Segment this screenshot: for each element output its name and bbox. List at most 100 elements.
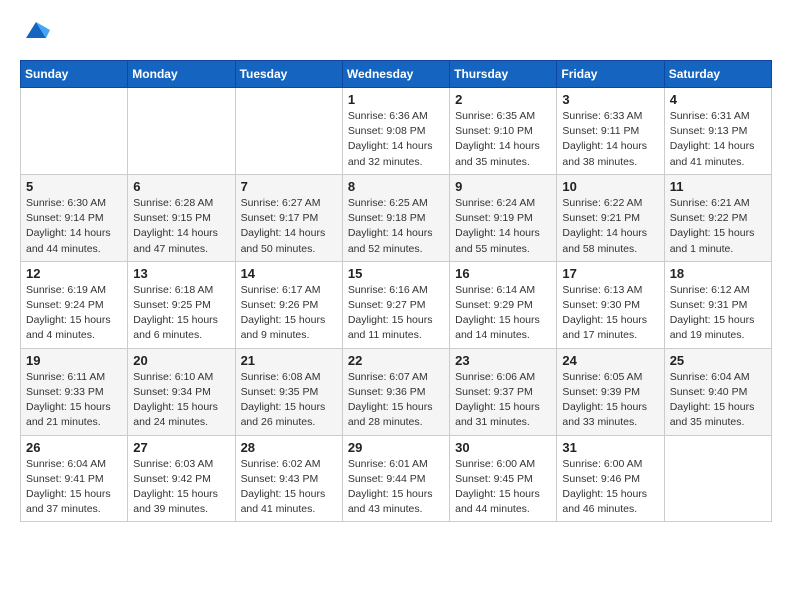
column-header-friday: Friday bbox=[557, 61, 664, 88]
column-header-thursday: Thursday bbox=[450, 61, 557, 88]
day-number: 25 bbox=[670, 353, 766, 368]
calendar-cell: 9Sunrise: 6:24 AM Sunset: 9:19 PM Daylig… bbox=[450, 174, 557, 261]
calendar-cell: 18 Sunrise: 6:12 AM Sunset: 9:31 PM Dayli… bbox=[664, 261, 771, 348]
day-info: Sunrise: 6:36 AM Sunset: 9:08 PM Dayligh… bbox=[348, 109, 444, 170]
day-number: 16 bbox=[455, 266, 551, 281]
day-number: 2 bbox=[455, 92, 551, 107]
calendar-cell: 30 Sunrise: 6:00 AM Sunset: 9:45 PM Dayli… bbox=[450, 435, 557, 522]
calendar-cell: 15 Sunrise: 6:16 AM Sunset: 9:27 PM Dayli… bbox=[342, 261, 449, 348]
day-info: Sunrise: 6:03 AM Sunset: 9:42 PM Dayligh… bbox=[133, 457, 229, 518]
day-info: Sunrise: 6:04 AM Sunset: 9:40 PM Dayligh… bbox=[670, 370, 766, 431]
calendar-cell: 17 Sunrise: 6:13 AM Sunset: 9:30 PM Dayli… bbox=[557, 261, 664, 348]
calendar-cell: 21 Sunrise: 6:08 AM Sunset: 9:35 PM Dayli… bbox=[235, 348, 342, 435]
day-info: Sunrise: 6:35 AM Sunset: 9:10 PM Dayligh… bbox=[455, 109, 551, 170]
day-number: 4 bbox=[670, 92, 766, 107]
day-number: 21 bbox=[241, 353, 337, 368]
day-number: 24 bbox=[562, 353, 658, 368]
column-header-monday: Monday bbox=[128, 61, 235, 88]
day-number: 11 bbox=[670, 179, 766, 194]
day-info: Sunrise: 6:21 AM Sunset: 9:22 PM Dayligh… bbox=[670, 196, 766, 257]
calendar-cell bbox=[21, 88, 128, 175]
calendar-cell: 28Sunrise: 6:02 AM Sunset: 9:43 PM Dayli… bbox=[235, 435, 342, 522]
day-info: Sunrise: 6:16 AM Sunset: 9:27 PM Dayligh… bbox=[348, 283, 444, 344]
day-info: Sunrise: 6:13 AM Sunset: 9:30 PM Dayligh… bbox=[562, 283, 658, 344]
logo bbox=[20, 20, 50, 44]
calendar-cell: 5 Sunrise: 6:30 AM Sunset: 9:14 PM Daylig… bbox=[21, 174, 128, 261]
day-info: Sunrise: 6:24 AM Sunset: 9:19 PM Dayligh… bbox=[455, 196, 551, 257]
day-number: 26 bbox=[26, 440, 122, 455]
calendar-cell: 23 Sunrise: 6:06 AM Sunset: 9:37 PM Dayli… bbox=[450, 348, 557, 435]
day-number: 30 bbox=[455, 440, 551, 455]
calendar-week-row: 26Sunrise: 6:04 AM Sunset: 9:41 PM Dayli… bbox=[21, 435, 772, 522]
calendar-cell: 20 Sunrise: 6:10 AM Sunset: 9:34 PM Dayli… bbox=[128, 348, 235, 435]
day-info: Sunrise: 6:06 AM Sunset: 9:37 PM Dayligh… bbox=[455, 370, 551, 431]
day-info: Sunrise: 6:31 AM Sunset: 9:13 PM Dayligh… bbox=[670, 109, 766, 170]
calendar-cell bbox=[235, 88, 342, 175]
day-info: Sunrise: 6:11 AM Sunset: 9:33 PM Dayligh… bbox=[26, 370, 122, 431]
calendar-cell: 4 Sunrise: 6:31 AM Sunset: 9:13 PM Daylig… bbox=[664, 88, 771, 175]
day-number: 14 bbox=[241, 266, 337, 281]
calendar-cell: 13Sunrise: 6:18 AM Sunset: 9:25 PM Dayli… bbox=[128, 261, 235, 348]
calendar-cell: 11 Sunrise: 6:21 AM Sunset: 9:22 PM Dayli… bbox=[664, 174, 771, 261]
calendar-cell bbox=[664, 435, 771, 522]
calendar-cell: 8Sunrise: 6:25 AM Sunset: 9:18 PM Daylig… bbox=[342, 174, 449, 261]
page-header bbox=[20, 20, 772, 44]
day-number: 19 bbox=[26, 353, 122, 368]
day-info: Sunrise: 6:19 AM Sunset: 9:24 PM Dayligh… bbox=[26, 283, 122, 344]
calendar-week-row: 5 Sunrise: 6:30 AM Sunset: 9:14 PM Daylig… bbox=[21, 174, 772, 261]
day-number: 5 bbox=[26, 179, 122, 194]
calendar-week-row: 19 Sunrise: 6:11 AM Sunset: 9:33 PM Dayli… bbox=[21, 348, 772, 435]
calendar-cell: 26Sunrise: 6:04 AM Sunset: 9:41 PM Dayli… bbox=[21, 435, 128, 522]
day-number: 6 bbox=[133, 179, 229, 194]
calendar-cell: 3 Sunrise: 6:33 AM Sunset: 9:11 PM Daylig… bbox=[557, 88, 664, 175]
calendar-cell: 12 Sunrise: 6:19 AM Sunset: 9:24 PM Dayli… bbox=[21, 261, 128, 348]
day-info: Sunrise: 6:08 AM Sunset: 9:35 PM Dayligh… bbox=[241, 370, 337, 431]
day-number: 23 bbox=[455, 353, 551, 368]
day-number: 12 bbox=[26, 266, 122, 281]
calendar-cell: 22Sunrise: 6:07 AM Sunset: 9:36 PM Dayli… bbox=[342, 348, 449, 435]
day-number: 29 bbox=[348, 440, 444, 455]
calendar-cell: 1 Sunrise: 6:36 AM Sunset: 9:08 PM Daylig… bbox=[342, 88, 449, 175]
day-number: 1 bbox=[348, 92, 444, 107]
day-info: Sunrise: 6:30 AM Sunset: 9:14 PM Dayligh… bbox=[26, 196, 122, 257]
calendar-week-row: 1 Sunrise: 6:36 AM Sunset: 9:08 PM Daylig… bbox=[21, 88, 772, 175]
calendar-cell: 25 Sunrise: 6:04 AM Sunset: 9:40 PM Dayli… bbox=[664, 348, 771, 435]
column-header-sunday: Sunday bbox=[21, 61, 128, 88]
day-number: 7 bbox=[241, 179, 337, 194]
day-info: Sunrise: 6:28 AM Sunset: 9:15 PM Dayligh… bbox=[133, 196, 229, 257]
day-info: Sunrise: 6:01 AM Sunset: 9:44 PM Dayligh… bbox=[348, 457, 444, 518]
day-info: Sunrise: 6:05 AM Sunset: 9:39 PM Dayligh… bbox=[562, 370, 658, 431]
day-number: 27 bbox=[133, 440, 229, 455]
day-info: Sunrise: 6:22 AM Sunset: 9:21 PM Dayligh… bbox=[562, 196, 658, 257]
day-number: 20 bbox=[133, 353, 229, 368]
calendar-cell: 7Sunrise: 6:27 AM Sunset: 9:17 PM Daylig… bbox=[235, 174, 342, 261]
day-number: 17 bbox=[562, 266, 658, 281]
day-info: Sunrise: 6:00 AM Sunset: 9:46 PM Dayligh… bbox=[562, 457, 658, 518]
day-info: Sunrise: 6:07 AM Sunset: 9:36 PM Dayligh… bbox=[348, 370, 444, 431]
day-info: Sunrise: 6:12 AM Sunset: 9:31 PM Dayligh… bbox=[670, 283, 766, 344]
calendar-header-row: SundayMondayTuesdayWednesdayThursdayFrid… bbox=[21, 61, 772, 88]
calendar-cell: 24 Sunrise: 6:05 AM Sunset: 9:39 PM Dayli… bbox=[557, 348, 664, 435]
calendar-cell: 29 Sunrise: 6:01 AM Sunset: 9:44 PM Dayli… bbox=[342, 435, 449, 522]
column-header-tuesday: Tuesday bbox=[235, 61, 342, 88]
day-info: Sunrise: 6:18 AM Sunset: 9:25 PM Dayligh… bbox=[133, 283, 229, 344]
column-header-wednesday: Wednesday bbox=[342, 61, 449, 88]
day-info: Sunrise: 6:00 AM Sunset: 9:45 PM Dayligh… bbox=[455, 457, 551, 518]
day-info: Sunrise: 6:33 AM Sunset: 9:11 PM Dayligh… bbox=[562, 109, 658, 170]
calendar-week-row: 12 Sunrise: 6:19 AM Sunset: 9:24 PM Dayli… bbox=[21, 261, 772, 348]
day-number: 18 bbox=[670, 266, 766, 281]
day-number: 15 bbox=[348, 266, 444, 281]
calendar-cell bbox=[128, 88, 235, 175]
day-info: Sunrise: 6:10 AM Sunset: 9:34 PM Dayligh… bbox=[133, 370, 229, 431]
day-info: Sunrise: 6:14 AM Sunset: 9:29 PM Dayligh… bbox=[455, 283, 551, 344]
calendar-cell: 2 Sunrise: 6:35 AM Sunset: 9:10 PM Daylig… bbox=[450, 88, 557, 175]
calendar-table: SundayMondayTuesdayWednesdayThursdayFrid… bbox=[20, 60, 772, 522]
calendar-cell: 19 Sunrise: 6:11 AM Sunset: 9:33 PM Dayli… bbox=[21, 348, 128, 435]
calendar-cell: 10Sunrise: 6:22 AM Sunset: 9:21 PM Dayli… bbox=[557, 174, 664, 261]
day-number: 3 bbox=[562, 92, 658, 107]
day-info: Sunrise: 6:25 AM Sunset: 9:18 PM Dayligh… bbox=[348, 196, 444, 257]
calendar-cell: 27 Sunrise: 6:03 AM Sunset: 9:42 PM Dayli… bbox=[128, 435, 235, 522]
day-info: Sunrise: 6:02 AM Sunset: 9:43 PM Dayligh… bbox=[241, 457, 337, 518]
column-header-saturday: Saturday bbox=[664, 61, 771, 88]
day-number: 31 bbox=[562, 440, 658, 455]
